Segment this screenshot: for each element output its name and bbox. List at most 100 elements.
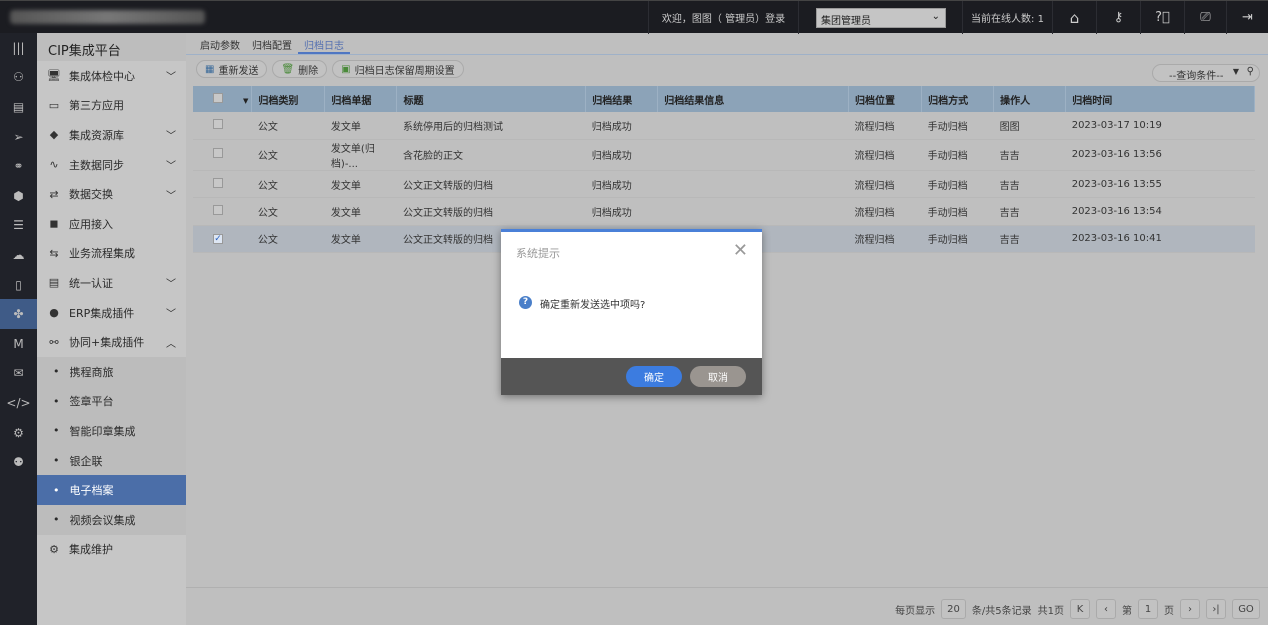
table-row[interactable]: 公文 发文单 公文正文转版的归档 归档成功 流程归档 手动归档 吉吉 2023-03-16 1… <box>193 170 1255 199</box>
cancel-button[interactable]: 取消 <box>690 366 746 387</box>
chevron-icon: ﹀ <box>166 279 176 291</box>
confirm-button[interactable]: 确定 <box>626 366 682 387</box>
chat-icon[interactable]: ✉ <box>0 359 37 389</box>
chevron-icon: ﹀ <box>166 161 176 173</box>
table-cell: 归档成功 <box>585 139 658 171</box>
cloud-icon[interactable]: ☁ <box>0 240 37 270</box>
column-header[interactable]: 归档结果信息 <box>657 86 850 112</box>
monitor-icon[interactable]: ⎚ <box>1184 1 1226 34</box>
sidebar-item-label: 第三方应用 <box>69 99 124 113</box>
org-chart-icon[interactable]: ⚇ <box>0 63 37 93</box>
sidebar-item-maintenance[interactable]: ⚙ 集成维护 <box>37 535 186 565</box>
column-header[interactable]: 操作人 <box>993 86 1067 112</box>
column-header[interactable]: 归档位置 <box>848 86 923 112</box>
tab-archive-log[interactable]: 归档日志 <box>298 33 350 54</box>
settings-icon[interactable]: ⚙ <box>0 418 37 448</box>
sidebar-item-icon: ⚯ <box>49 335 59 349</box>
welcome-text: 欢迎，图图（ 管理员）登录 <box>648 1 798 34</box>
sidebar-subitem[interactable]: • 银企联 <box>37 445 186 476</box>
select-all-header[interactable]: ▼ <box>193 86 253 112</box>
sidebar-item[interactable]: ▤ 统一认证 ﹀ <box>37 268 186 298</box>
select-all-checkbox[interactable] <box>213 92 223 103</box>
tab-startup-params[interactable]: 启动参数 <box>194 33 246 54</box>
next-page-button[interactable]: › <box>1180 599 1200 619</box>
home-icon[interactable]: ⌂ <box>1052 1 1096 34</box>
sidebar-subitem[interactable]: • 携程商旅 <box>37 356 186 387</box>
resend-icon: ▦ <box>205 63 215 75</box>
row-select-cell <box>193 197 252 226</box>
sidebar-item[interactable]: ● ERP集成插件 ﹀ <box>37 298 186 328</box>
sidebar-item[interactable]: ◆ 集成资源库 ﹀ <box>37 120 186 150</box>
sidebar-item-icon: ● <box>49 306 59 320</box>
database-icon[interactable]: ☰ <box>0 211 37 241</box>
system-prompt-dialog: 系统提示 ✕ ? 确定重新发送选中项吗? 确定 取消 <box>501 229 762 395</box>
column-header[interactable]: 归档时间 <box>1065 86 1255 112</box>
sidebar-subitem[interactable]: • 电子档案 <box>37 475 186 505</box>
column-header[interactable]: 归档结果 <box>585 86 659 112</box>
prev-page-button[interactable]: ‹ <box>1096 599 1116 619</box>
table-cell: 公文 <box>251 112 325 140</box>
gear-icon: ⚙ <box>49 542 59 556</box>
column-header[interactable]: 归档单据 <box>324 86 398 112</box>
sidebar-item[interactable]: ◼ 应用接入 <box>37 209 186 239</box>
per-page-input[interactable]: 20 <box>941 599 966 619</box>
sidebar-item[interactable]: 🖥 集成体检中心 ﹀ <box>37 61 186 91</box>
role-value: 集团管理员 <box>821 16 871 27</box>
search-icon[interactable]: ⚲ <box>1247 66 1254 77</box>
sidebar-item-icon: ∿ <box>49 158 59 172</box>
mail-icon[interactable]: M <box>0 329 37 359</box>
code-icon[interactable]: </> <box>0 388 37 418</box>
delete-button[interactable]: 🗑 删除 <box>272 60 328 78</box>
file-icon[interactable]: ▯ <box>0 270 37 300</box>
table-cell: 归档成功 <box>585 112 658 140</box>
sidebar-item[interactable]: ⚯ 协同+集成插件 ︿ <box>37 327 186 357</box>
row-checkbox[interactable]: ✓ <box>213 234 223 245</box>
sidebar-subitem[interactable]: • 签章平台 <box>37 386 186 417</box>
sidebar-item[interactable]: ⇄ 数据交换 ﹀ <box>37 179 186 209</box>
column-header[interactable]: 标题 <box>396 86 587 112</box>
apps-icon[interactable]: ✤ <box>0 299 37 329</box>
page-prefix: 第 <box>1122 605 1132 617</box>
resend-label: 重新发送 <box>218 65 259 77</box>
sidebar-item[interactable]: ⇆ 业务流程集成 <box>37 239 186 269</box>
close-icon[interactable]: ✕ <box>733 240 748 261</box>
table-row[interactable]: 公文 发文单 系统停用后的归档测试 归档成功 流程归档 手动归档 图图 2023-03-17 … <box>193 112 1255 140</box>
link-icon[interactable]: ⚭ <box>0 151 37 181</box>
first-page-button[interactable]: K <box>1070 599 1090 619</box>
role-select[interactable]: 集团管理员 ⌄ <box>816 8 946 28</box>
logout-icon[interactable]: ⇥ <box>1226 1 1268 34</box>
resend-button[interactable]: ▦ 重新发送 <box>196 60 268 78</box>
row-checkbox[interactable] <box>213 148 223 159</box>
retention-settings-button[interactable]: ▣ 归档日志保留周期设置 <box>332 60 464 78</box>
go-button[interactable]: GO <box>1232 599 1260 619</box>
table-row[interactable]: 公文 发文单(归档)-... 含花脸的正文 归档成功 流程归档 手动归档 吉吉 2023-03… <box>193 139 1255 171</box>
table-cell: 2023-03-16 13:55 <box>1065 170 1255 199</box>
sidebar-item[interactable]: ∿ 主数据同步 ﹀ <box>37 150 186 180</box>
help-icon[interactable]: ?⃝ <box>1140 1 1184 34</box>
menu-icon[interactable]: ||| <box>0 33 37 63</box>
table-cell: 2023-03-16 13:54 <box>1065 197 1255 226</box>
page-input[interactable]: 1 <box>1138 599 1158 619</box>
calendar-icon[interactable]: ▤ <box>0 92 37 122</box>
sidebar-subitem[interactable]: • 视频会议集成 <box>37 504 186 535</box>
sidebar-subitem[interactable]: • 智能印章集成 <box>37 416 186 446</box>
tab-archive-config[interactable]: 归档配置 <box>246 33 298 54</box>
query-condition-select[interactable]: --查询条件-- ▼ ⚲ <box>1152 64 1260 82</box>
row-checkbox[interactable] <box>213 204 223 215</box>
last-page-button[interactable]: ›| <box>1206 599 1226 619</box>
user-icon[interactable]: ⚉ <box>0 447 37 477</box>
send-icon[interactable]: ➢ <box>0 122 37 152</box>
key-icon[interactable]: ⚷ <box>1096 1 1140 34</box>
table-row[interactable]: 公文 发文单 公文正文转版的归档 归档成功 流程归档 手动归档 吉吉 2023-03-16 1… <box>193 197 1255 226</box>
sidebar-item-label: 集成体检中心 <box>69 69 135 83</box>
sidebar-item[interactable]: ▭ 第三方应用 <box>37 91 186 121</box>
sidebar: CIP集成平台 🖥 集成体检中心 ﹀ ▭ 第三方应用 ◆ 集成资源库 ﹀ ∿ 主数据同步 ﹀ ⇄ 数据交… <box>37 33 186 625</box>
sidebar-item-icon: ◆ <box>49 128 59 142</box>
column-header[interactable]: 归档类别 <box>251 86 326 112</box>
table-cell: 手动归档 <box>921 139 994 171</box>
sort-arrow-icon[interactable]: ▼ <box>243 97 248 105</box>
cube-icon[interactable]: ⬢ <box>0 181 37 211</box>
row-checkbox[interactable] <box>213 118 223 129</box>
column-header[interactable]: 归档方式 <box>921 86 995 112</box>
row-checkbox[interactable] <box>213 177 223 188</box>
